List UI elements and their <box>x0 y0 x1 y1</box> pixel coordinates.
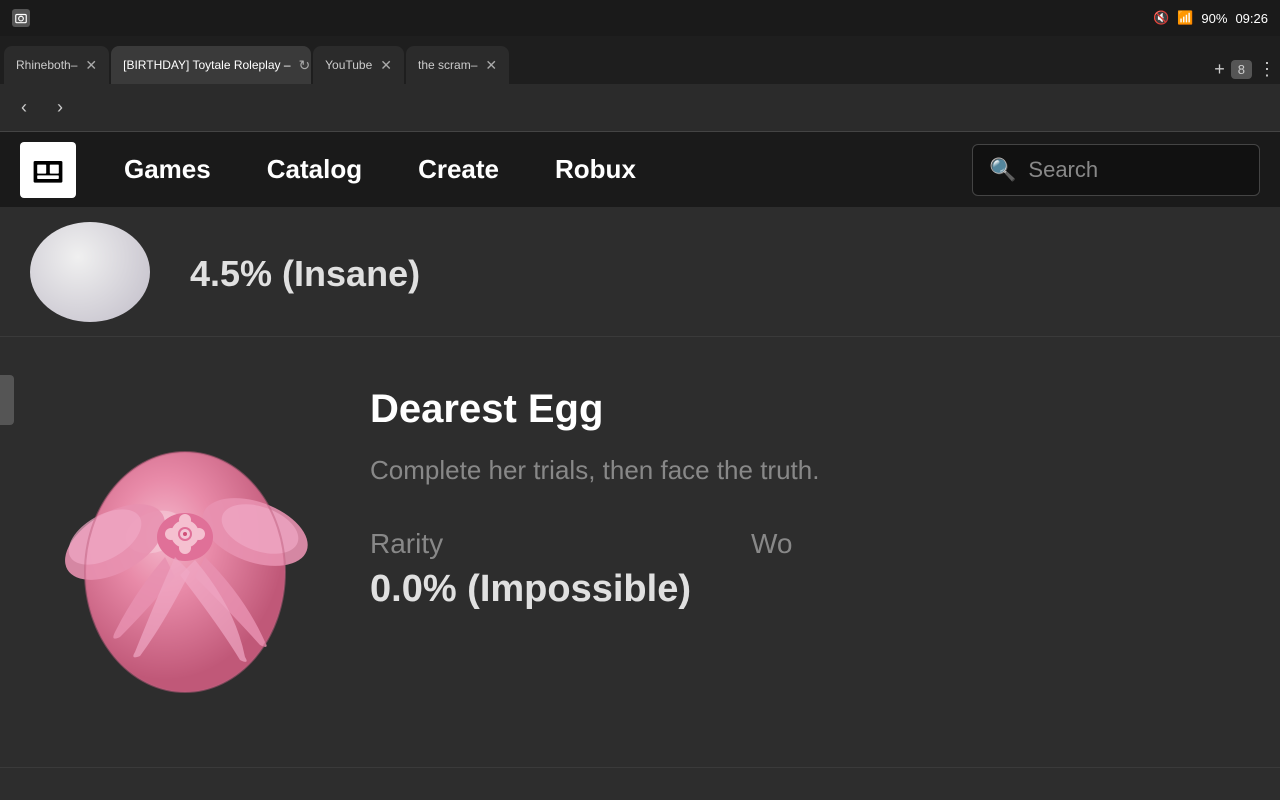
prev-item-info: 4.5% (Insane) <box>190 249 420 295</box>
nav-create[interactable]: Create <box>390 132 527 207</box>
tab-close-scram-icon[interactable]: ✕ <box>485 57 497 74</box>
tab-toytale[interactable]: [BIRTHDAY] Toytale Roleplay – ↻ ✕ <box>111 46 311 84</box>
tab-label: [BIRTHDAY] Toytale Roleplay – <box>123 58 290 72</box>
search-bar[interactable]: 🔍 Search <box>972 144 1260 196</box>
forward-button[interactable]: › <box>44 92 76 124</box>
mute-icon: 🔇 <box>1153 10 1169 26</box>
dearest-egg-image <box>35 382 335 722</box>
nav-robux[interactable]: Robux <box>527 132 664 207</box>
egg-image-container <box>20 367 350 737</box>
roblox-header: Games Catalog Create Robux 🔍 Search <box>0 132 1280 207</box>
item-details: Dearest Egg Complete her trials, then fa… <box>350 367 1260 611</box>
rarity-value: 0.0% (Impossible) <box>370 568 691 611</box>
nav-catalog[interactable]: Catalog <box>239 132 390 207</box>
tab-scram[interactable]: the scram– ✕ <box>406 46 509 84</box>
tab-label: the scram– <box>418 58 477 72</box>
dearest-egg-row: Dearest Egg Complete her trials, then fa… <box>0 337 1280 768</box>
side-handle[interactable] <box>0 375 14 425</box>
header-nav: Games Catalog Create Robux <box>96 132 972 207</box>
prev-item-row: 4.5% (Insane) <box>0 207 1280 337</box>
nav-arrows: ‹ › <box>8 92 76 124</box>
tab-rhineboth[interactable]: Rhineboth– ✕ <box>4 46 109 84</box>
tab-count-badge: 8 <box>1231 60 1252 79</box>
tab-youtube[interactable]: YouTube ✕ <box>313 46 404 84</box>
status-left <box>12 9 30 27</box>
prev-rarity-value: 4.5% (Insane) <box>190 253 420 295</box>
rarity-label: Rarity <box>370 528 691 560</box>
tab-reload-icon[interactable]: ↻ <box>299 57 311 74</box>
content-area: 4.5% (Insane) <box>0 207 1280 768</box>
prev-item-image <box>30 222 150 322</box>
nav-games[interactable]: Games <box>96 132 239 207</box>
tab-label: YouTube <box>325 58 372 72</box>
status-bar: 🔇 📶 90% 09:26 <box>0 0 1280 36</box>
tab-bar: Rhineboth– ✕ [BIRTHDAY] Toytale Roleplay… <box>0 36 1280 84</box>
nav-bar: ‹ › <box>0 84 1280 132</box>
world-label: Wo <box>751 528 793 560</box>
status-right: 🔇 📶 90% 09:26 <box>1153 10 1268 26</box>
more-options-icon[interactable]: ⋮ <box>1258 59 1276 80</box>
tab-close-yt-icon[interactable]: ✕ <box>380 57 392 74</box>
battery-text: 90% <box>1201 11 1227 26</box>
search-icon: 🔍 <box>989 157 1016 183</box>
search-placeholder: Search <box>1028 157 1098 183</box>
new-tab-icon[interactable]: + <box>1214 59 1225 80</box>
item-description: Complete her trials, then face the truth… <box>370 452 1260 488</box>
tab-actions: + 8 ⋮ <box>1214 59 1276 84</box>
photo-icon <box>12 9 30 27</box>
wifi-icon: 📶 <box>1177 10 1193 26</box>
world-stat: Wo <box>751 528 793 611</box>
roblox-logo[interactable] <box>20 142 76 198</box>
rarity-stat: Rarity 0.0% (Impossible) <box>370 528 691 611</box>
tab-close-icon[interactable]: ✕ <box>85 57 97 74</box>
item-name: Dearest Egg <box>370 387 1260 432</box>
item-stats: Rarity 0.0% (Impossible) Wo <box>370 528 1260 611</box>
back-button[interactable]: ‹ <box>8 92 40 124</box>
roblox-logo-svg <box>30 152 66 188</box>
tab-label: Rhineboth– <box>16 58 77 72</box>
time-display: 09:26 <box>1235 11 1268 26</box>
